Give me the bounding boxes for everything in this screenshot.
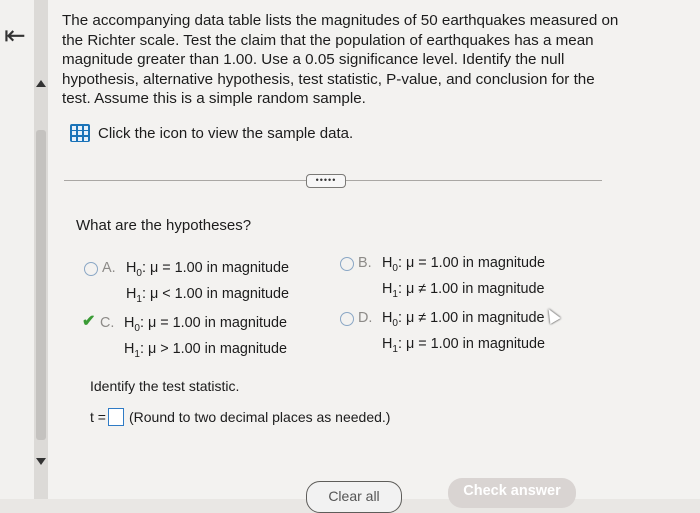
test-statistic-prompt: Identify the test statistic. bbox=[90, 378, 240, 394]
h1-symbol: H bbox=[126, 285, 137, 302]
expand-ellipsis-button[interactable]: ••••• bbox=[306, 174, 346, 188]
option-c-letter: C. bbox=[100, 315, 115, 331]
option-a[interactable]: A. H0: μ = 1.00 in magnitude H1: μ < 1.0… bbox=[84, 258, 289, 310]
data-table-icon[interactable] bbox=[70, 124, 90, 142]
option-d-letter: D. bbox=[358, 310, 373, 326]
option-a-letter: A. bbox=[102, 260, 116, 276]
h0-statement: : μ = 1.00 in magnitude bbox=[139, 315, 288, 331]
h0-statement: : μ = 1.00 in magnitude bbox=[141, 260, 290, 276]
radio-option-a[interactable] bbox=[84, 262, 98, 276]
question-text: The accompanying data table lists the ma… bbox=[62, 12, 619, 107]
h0-symbol: H bbox=[126, 260, 137, 276]
h1-symbol: H bbox=[382, 335, 393, 352]
option-d[interactable]: D. H0: μ ≠ 1.00 in magnitude H1: μ = 1.0… bbox=[340, 308, 545, 360]
h0-symbol: H bbox=[382, 255, 393, 271]
scrollbar-thumb[interactable] bbox=[36, 130, 46, 440]
h0-statement: : μ ≠ 1.00 in magnitude bbox=[397, 310, 545, 326]
rounding-hint: (Round to two decimal places as needed.) bbox=[128, 409, 391, 425]
h1-symbol: H bbox=[124, 340, 135, 357]
option-d-hypotheses: H0: μ ≠ 1.00 in magnitude H1: μ = 1.00 i… bbox=[382, 308, 545, 360]
sample-data-link-label[interactable]: Click the icon to view the sample data. bbox=[98, 125, 353, 142]
radio-option-d[interactable] bbox=[340, 312, 354, 326]
hypotheses-prompt: What are the hypotheses? bbox=[76, 217, 252, 234]
h0-symbol: H bbox=[382, 310, 393, 326]
radio-option-b[interactable] bbox=[340, 257, 354, 271]
check-answer-button[interactable]: Check answer bbox=[448, 478, 576, 508]
test-statistic-answer: t = (Round to two decimal places as need… bbox=[90, 408, 390, 426]
t-label: t = bbox=[90, 409, 106, 425]
option-c[interactable]: ✔ C. H0: μ = 1.00 in magnitude H1: μ > 1… bbox=[82, 313, 287, 365]
option-a-hypotheses: H0: μ = 1.00 in magnitude H1: μ < 1.00 i… bbox=[126, 258, 289, 310]
h0-statement: : μ = 1.00 in magnitude bbox=[397, 255, 546, 271]
checkmark-icon[interactable]: ✔ bbox=[82, 314, 96, 330]
h1-statement: : μ > 1.00 in magnitude bbox=[139, 340, 288, 357]
h1-symbol: H bbox=[382, 280, 393, 297]
option-b-hypotheses: H0: μ = 1.00 in magnitude H1: μ ≠ 1.00 i… bbox=[382, 253, 545, 305]
h1-statement: : μ ≠ 1.00 in magnitude bbox=[397, 280, 545, 297]
scroll-down-arrow-icon[interactable] bbox=[36, 458, 46, 465]
h0-symbol: H bbox=[124, 315, 135, 331]
option-c-hypotheses: H0: μ = 1.00 in magnitude H1: μ > 1.00 i… bbox=[124, 313, 287, 365]
back-arrow-icon[interactable]: ⇤ bbox=[4, 22, 26, 48]
scroll-up-arrow-icon[interactable] bbox=[36, 80, 46, 87]
option-b[interactable]: B. H0: μ = 1.00 in magnitude H1: μ ≠ 1.0… bbox=[340, 253, 545, 305]
question-panel: The accompanying data table lists the ma… bbox=[48, 0, 700, 513]
sample-data-link[interactable]: Click the icon to view the sample data. bbox=[70, 124, 353, 142]
left-nav-rail: ⇤ bbox=[0, 0, 34, 499]
test-statistic-input[interactable] bbox=[107, 408, 124, 426]
option-b-letter: B. bbox=[358, 255, 372, 271]
clear-all-button[interactable]: Clear all bbox=[306, 481, 402, 513]
h1-statement: : μ = 1.00 in magnitude bbox=[397, 335, 546, 352]
h1-statement: : μ < 1.00 in magnitude bbox=[141, 285, 290, 302]
